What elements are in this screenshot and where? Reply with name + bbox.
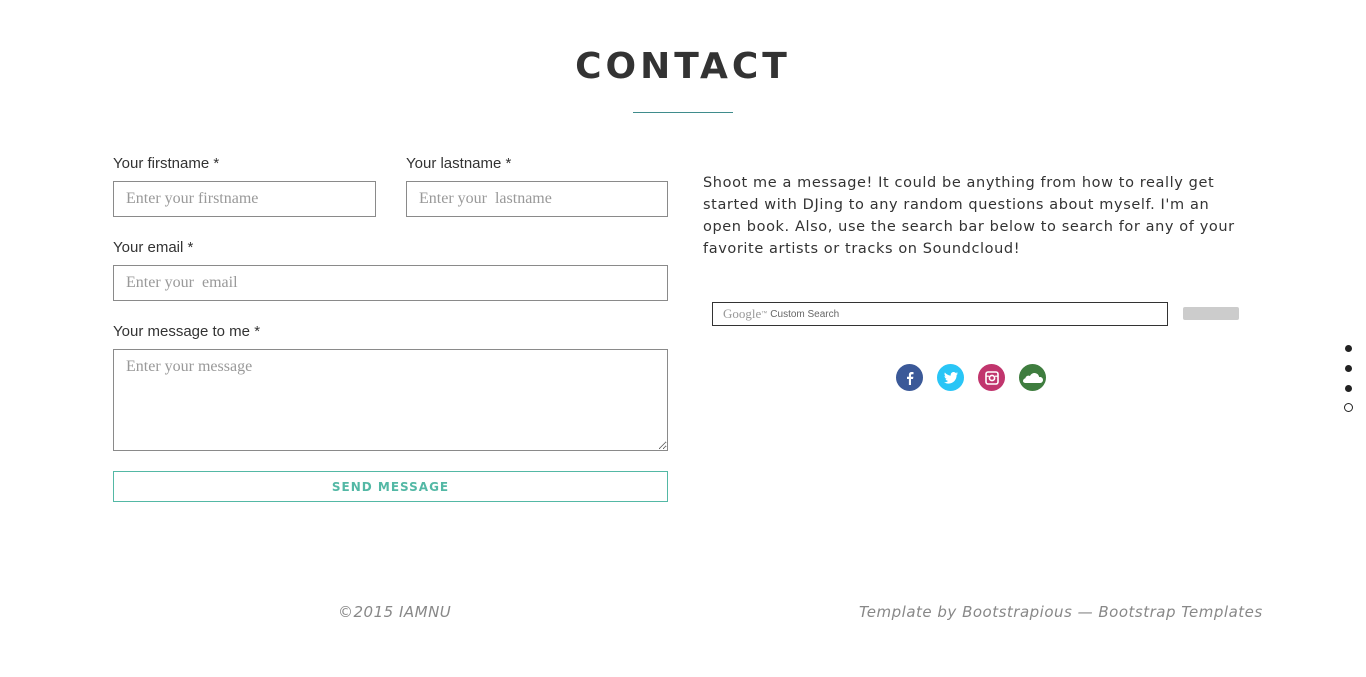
section-nav-dot-active[interactable] xyxy=(1344,403,1353,412)
twitter-icon xyxy=(943,371,958,384)
lastname-label: Your lastname * xyxy=(406,155,512,172)
section-nav-dot[interactable] xyxy=(1345,385,1352,392)
send-message-button[interactable]: SEND MESSAGE xyxy=(113,471,668,502)
soundcloud-icon xyxy=(1022,372,1043,383)
twitter-link[interactable] xyxy=(937,364,964,391)
search-input[interactable]: Google ™ Custom Search xyxy=(712,302,1168,326)
facebook-icon xyxy=(906,371,913,385)
email-input[interactable] xyxy=(113,265,668,301)
search-caption: Custom Search xyxy=(770,308,840,320)
message-label: Your message to me * xyxy=(113,323,261,340)
email-label: Your email * xyxy=(113,239,194,256)
facebook-link[interactable] xyxy=(896,364,923,391)
footer-credit-link[interactable]: Template by Bootstrapious — Bootstrap Te… xyxy=(859,603,1263,621)
section-nav-dot[interactable] xyxy=(1345,345,1352,352)
contact-intro-text: Shoot me a message! It could be anything… xyxy=(703,175,1235,257)
search-button[interactable] xyxy=(1183,307,1239,320)
instagram-icon xyxy=(984,370,999,385)
message-textarea[interactable] xyxy=(113,349,668,451)
firstname-label: Your firstname * xyxy=(113,155,220,172)
soundcloud-link[interactable] xyxy=(1019,364,1046,391)
footer-copyright: ©2015 IAMNU xyxy=(338,603,452,621)
instagram-link[interactable] xyxy=(978,364,1005,391)
firstname-input[interactable] xyxy=(113,181,376,217)
lastname-input[interactable] xyxy=(406,181,668,217)
trademark: ™ xyxy=(761,311,768,317)
google-logo: Google xyxy=(723,306,762,321)
title-divider xyxy=(633,112,733,113)
page-title: CONTACT xyxy=(575,46,791,87)
section-nav-dot[interactable] xyxy=(1345,365,1352,372)
